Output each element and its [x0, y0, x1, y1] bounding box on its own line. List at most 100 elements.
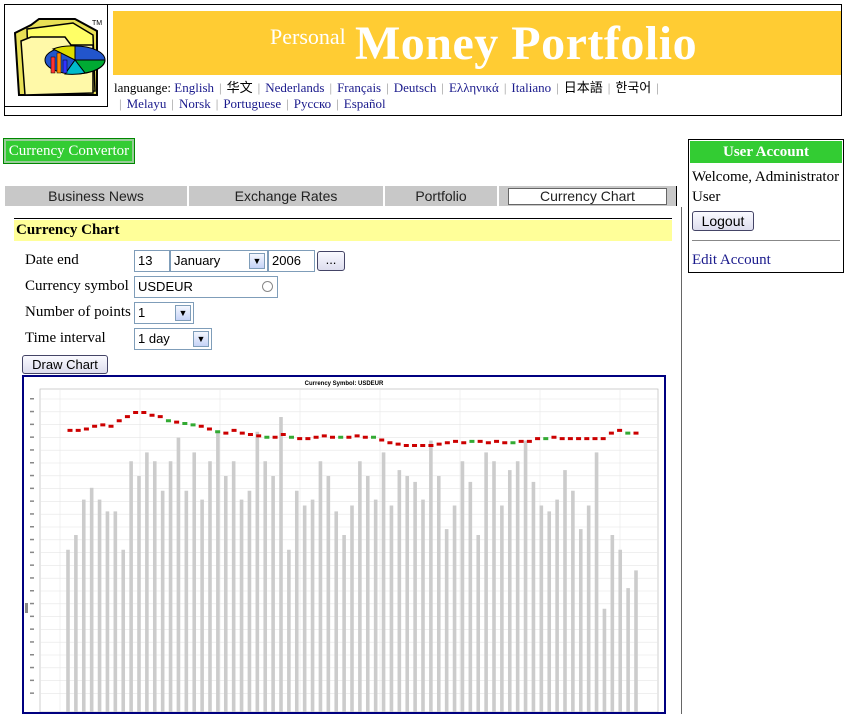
volume-bar	[263, 461, 268, 712]
edit-account-link[interactable]: Edit Account	[692, 252, 771, 269]
currency-chart: Currency Symbol: USDEUR	[22, 375, 666, 714]
chevron-down-icon[interactable]: ▼	[175, 305, 191, 321]
volume-bar	[405, 476, 410, 712]
language-link[interactable]: Nederlands	[265, 80, 324, 95]
month-value: January	[174, 253, 221, 268]
y-tick-label	[30, 513, 34, 515]
volume-bar	[208, 461, 212, 712]
tab-business-news[interactable]: Business News	[4, 185, 188, 207]
candle	[551, 435, 557, 439]
candle	[559, 437, 565, 441]
candle	[141, 411, 147, 414]
language-link[interactable]: Deutsch	[394, 80, 437, 95]
year-input[interactable]: 2006	[268, 250, 315, 272]
y-axis-label	[25, 603, 28, 613]
content-border	[681, 207, 682, 714]
user-account-title: User Account	[690, 141, 842, 163]
panel-title: Currency Chart	[14, 220, 672, 241]
language-link[interactable]: 한국어	[615, 80, 651, 95]
candle	[543, 437, 549, 441]
volume-bar	[571, 490, 575, 712]
volume-bar	[152, 461, 157, 712]
candle	[272, 435, 278, 439]
chevron-down-icon[interactable]: ▼	[193, 331, 209, 347]
tab-exchange-rates[interactable]: Exchange Rates	[188, 185, 384, 207]
candle	[215, 430, 221, 434]
currency-convertor-button[interactable]: Currency Convertor	[3, 138, 135, 164]
volume-bar	[216, 431, 220, 712]
day-input[interactable]: 13	[134, 250, 170, 272]
volume-bar	[563, 470, 567, 712]
trademark: TM	[92, 20, 103, 27]
candle	[535, 437, 541, 441]
logout-button[interactable]: Logout	[692, 211, 754, 231]
tab-portfolio[interactable]: Portfolio	[384, 185, 498, 207]
language-link[interactable]: Italiano	[511, 80, 551, 95]
volume-bar	[389, 505, 394, 712]
y-tick-label	[30, 538, 34, 541]
chart-title: Currency Symbol: USDEUR	[305, 381, 384, 387]
title-small: Personal	[270, 24, 346, 49]
candle	[239, 431, 245, 435]
y-tick-label	[30, 590, 34, 592]
y-tick-label	[30, 423, 34, 426]
volume-bar	[231, 461, 236, 712]
language-link[interactable]: Melayu	[127, 96, 167, 111]
currency-symbol-value: USDEUR	[138, 279, 193, 294]
month-select[interactable]: January ▼	[170, 250, 268, 272]
volume-bar	[618, 549, 623, 712]
candle	[288, 435, 294, 439]
language-bar: languange: English | 华文 | Nederlands | Françai…	[114, 80, 814, 112]
language-link[interactable]: English	[174, 80, 214, 95]
volume-bar	[476, 535, 481, 712]
chevron-down-icon[interactable]: ▼	[249, 253, 265, 269]
candle	[124, 415, 130, 419]
volume-bar	[610, 535, 615, 712]
separator: |	[607, 80, 611, 95]
draw-chart-button[interactable]: Draw Chart	[22, 355, 108, 374]
language-link[interactable]: 华文	[227, 80, 253, 95]
volume-bar	[239, 499, 244, 712]
interval-select[interactable]: 1 day ▼	[134, 328, 212, 350]
volume-bar	[365, 476, 370, 712]
volume-bar	[381, 452, 386, 712]
candle	[247, 433, 253, 436]
candle	[608, 431, 614, 435]
language-link[interactable]: Norsk	[179, 96, 211, 111]
volume-bar	[302, 505, 307, 712]
language-link[interactable]: Русско	[294, 96, 331, 111]
language-link[interactable]: Ελληνικά	[449, 80, 499, 95]
date-picker-button[interactable]: ...	[317, 251, 345, 271]
currency-symbol-input[interactable]: USDEUR	[134, 276, 278, 298]
candle	[329, 435, 335, 439]
language-link[interactable]: 日本語	[564, 80, 603, 95]
candle	[617, 428, 623, 432]
volume-bar	[287, 549, 291, 712]
y-tick-label	[30, 526, 34, 528]
candle	[346, 435, 352, 439]
volume-bar	[429, 440, 433, 712]
language-link[interactable]: Français	[337, 80, 381, 95]
language-link[interactable]: Portuguese	[223, 96, 281, 111]
tab-currency-chart[interactable]: Currency Chart	[498, 185, 678, 207]
volume-bar	[129, 461, 133, 712]
candle	[510, 441, 516, 445]
y-tick-label	[30, 410, 34, 413]
candle	[67, 428, 73, 432]
candle	[174, 420, 180, 424]
candle	[280, 433, 286, 436]
candle	[576, 437, 582, 441]
volume-bar	[105, 511, 110, 712]
candle	[485, 441, 491, 445]
y-tick-label	[30, 551, 34, 554]
candle	[321, 434, 327, 438]
y-tick-label	[30, 500, 34, 502]
points-select[interactable]: 1 ▼	[134, 302, 194, 324]
separator: |	[503, 80, 507, 95]
candle	[182, 422, 188, 425]
separator: |	[656, 80, 659, 95]
language-link[interactable]: Español	[344, 96, 386, 111]
volume-bar	[500, 505, 504, 712]
candle	[133, 411, 139, 414]
volume-bar	[160, 490, 165, 712]
